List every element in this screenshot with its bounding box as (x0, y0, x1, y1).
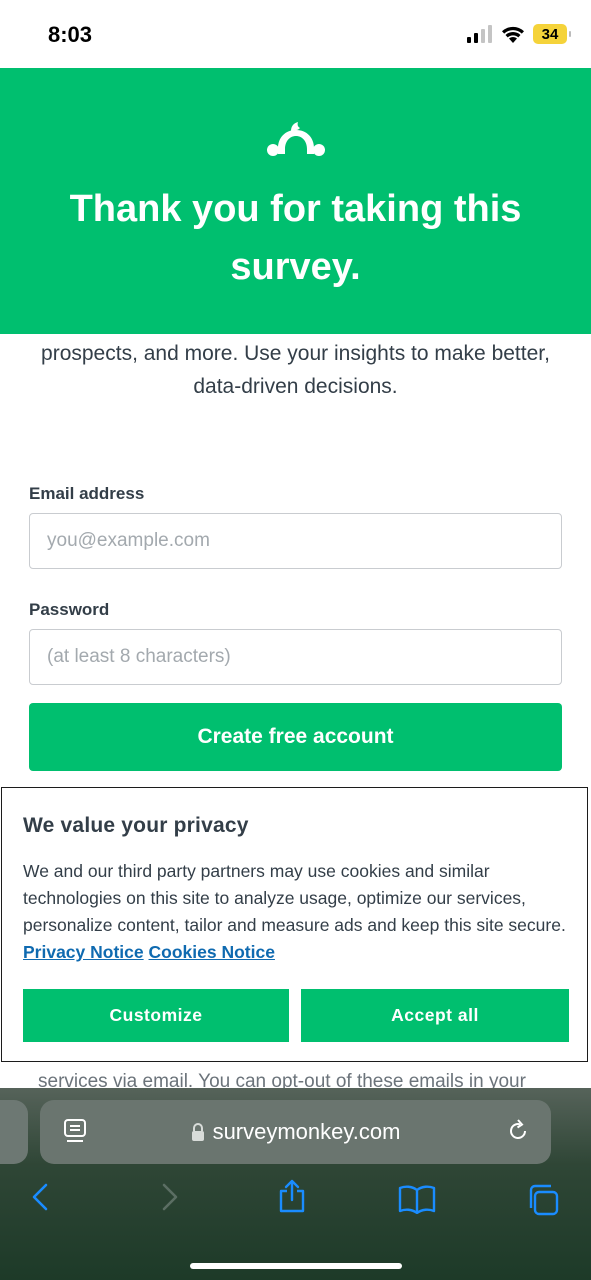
accept-all-button[interactable]: Accept all (301, 989, 569, 1042)
url-text: surveymonkey.com (212, 1119, 401, 1144)
cookie-banner-text: We and our third party partners may use … (23, 861, 566, 935)
lock-icon (191, 1123, 204, 1141)
battery-icon: 34 (533, 24, 571, 44)
forward-icon[interactable] (156, 1182, 182, 1212)
signal-icon (467, 25, 492, 43)
status-bar: 8:03 34 (0, 0, 591, 68)
cookie-banner-title: We value your privacy (23, 814, 249, 837)
previous-tab-peek[interactable] (0, 1100, 28, 1164)
status-icons: 34 (467, 24, 571, 44)
intro-text: prospects, and more. Use your insights t… (41, 342, 550, 398)
email-label: Email address (29, 484, 145, 503)
cookie-consent-banner: We value your privacy We and our third p… (1, 787, 588, 1062)
customize-button[interactable]: Customize (23, 989, 289, 1042)
share-icon[interactable] (277, 1178, 307, 1214)
create-account-button[interactable]: Create free account (29, 703, 562, 771)
bookmarks-icon[interactable] (398, 1184, 436, 1214)
surveymonkey-logo-icon (267, 122, 325, 156)
home-indicator (190, 1263, 402, 1269)
page-title: Thank you for taking this survey. (69, 188, 522, 288)
password-label: Password (29, 600, 110, 619)
reader-icon[interactable] (62, 1118, 88, 1146)
wifi-icon (502, 26, 524, 43)
tabs-icon[interactable] (525, 1182, 561, 1218)
cookie-banner-body: We and our third party partners may use … (23, 858, 571, 966)
address-bar[interactable]: surveymonkey.com (40, 1100, 551, 1164)
browser-bottom-bar: surveymonkey.com (0, 1088, 591, 1280)
password-field[interactable] (29, 629, 562, 685)
reload-icon[interactable] (505, 1117, 531, 1145)
email-field[interactable] (29, 513, 562, 569)
url-display[interactable]: surveymonkey.com (191, 1119, 401, 1145)
privacy-notice-link[interactable]: Privacy Notice (23, 942, 144, 962)
status-time: 8:03 (48, 22, 93, 47)
cookies-notice-link[interactable]: Cookies Notice (149, 942, 275, 962)
thank-you-header: Thank you for taking this survey. (0, 68, 591, 334)
back-icon[interactable] (28, 1182, 54, 1212)
